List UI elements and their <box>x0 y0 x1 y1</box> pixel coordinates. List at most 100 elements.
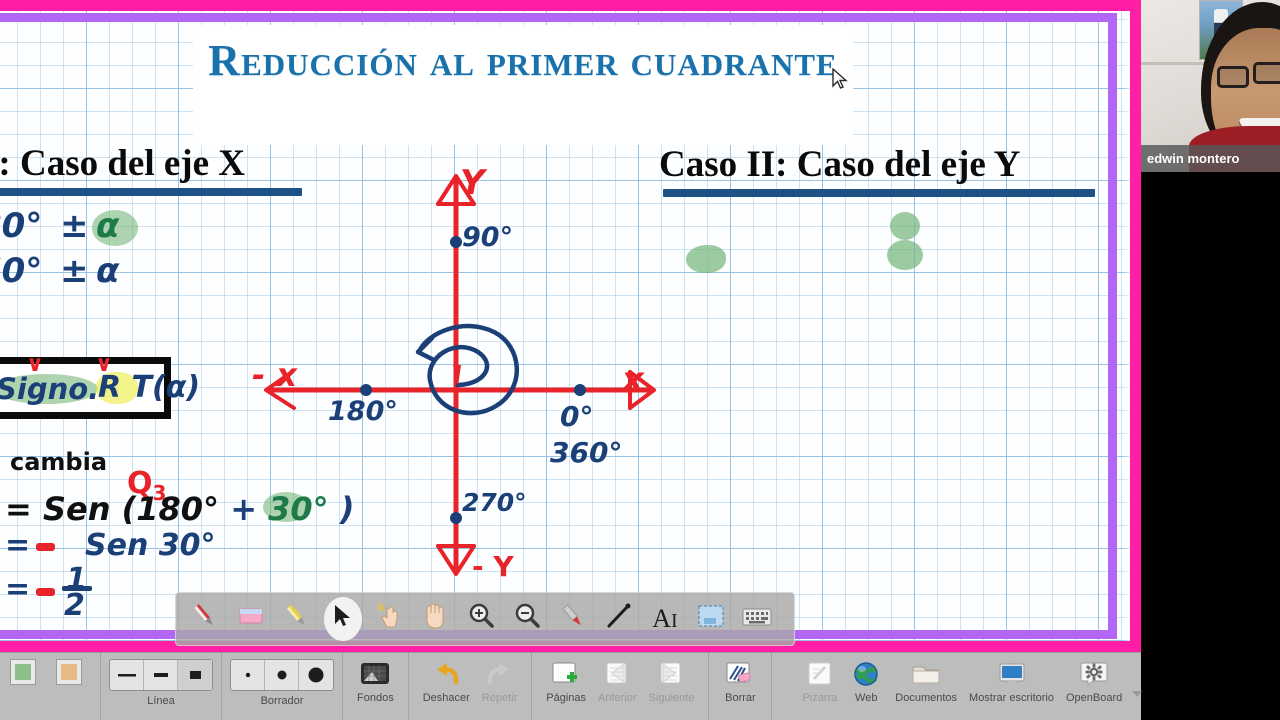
eq1-part-a: = Sen (180° <box>5 490 220 528</box>
webcam-video-tile[interactable]: edwin montero <box>1141 0 1280 172</box>
formula-180-alpha: α <box>96 206 120 246</box>
heading-left-text: I: Caso del eje X <box>0 143 246 184</box>
virtual-keyboard-tool[interactable] <box>734 596 780 642</box>
paginas-button[interactable]: Páginas <box>540 659 592 704</box>
text-tool[interactable]: AI <box>642 596 688 642</box>
participant-name: edwin montero <box>1147 151 1240 166</box>
clear-group[interactable]: Borrar <box>709 653 773 720</box>
highlight-blob-1 <box>686 245 726 273</box>
page-edge <box>1123 0 1141 652</box>
globe-icon <box>849 659 883 689</box>
backgrounds-icon <box>358 659 392 689</box>
formula-360-angle: 60° <box>0 251 43 291</box>
formula-180-angle: 80° <box>0 206 43 246</box>
redo-icon <box>483 659 517 689</box>
check-mark-icon-1: ∨ <box>26 352 44 377</box>
eyeglasses-left-lens <box>1217 66 1249 88</box>
eraser-large-option[interactable] <box>299 660 333 690</box>
color-group[interactable] <box>0 653 101 720</box>
axis-label-y-negative: - Y <box>472 550 514 583</box>
mostrar-escritorio-button[interactable]: Mostrar escritorio <box>963 659 1060 704</box>
pointer-tool[interactable] <box>320 596 366 642</box>
pen-icon <box>190 601 220 638</box>
signo-label: Signo. <box>0 372 100 406</box>
eq2-equals: = <box>5 528 31 563</box>
orange-swatch-icon <box>56 659 82 685</box>
line-thin-option[interactable] <box>110 660 144 690</box>
angle-label-180: 180° <box>328 396 398 427</box>
capture-selection-icon <box>697 604 725 635</box>
highlight-blob-2 <box>890 212 920 240</box>
laser-pointer-tool[interactable] <box>366 596 412 642</box>
borrar-button[interactable]: Borrar <box>717 659 763 704</box>
keyboard-icon <box>742 604 772 635</box>
fondos-button[interactable]: Fondos <box>351 659 400 704</box>
color-swatch-orange[interactable] <box>46 659 92 685</box>
eraser-icon <box>236 603 266 636</box>
openboard-button[interactable]: OpenBoard <box>1060 659 1128 704</box>
line-width-group[interactable]: Línea <box>101 653 222 720</box>
fondos-group[interactable]: Fondos <box>343 653 409 720</box>
highlighter-tool[interactable] <box>274 596 320 642</box>
chevron-down-icon <box>1129 679 1145 709</box>
web-button[interactable]: Web <box>843 659 889 704</box>
marker-tool[interactable] <box>550 596 596 642</box>
eraser-width-group[interactable]: Borrador <box>222 653 343 720</box>
minus-sign-2 <box>36 588 55 596</box>
eraser-small-option[interactable] <box>231 660 265 690</box>
fraction-denominator: 2 <box>64 588 85 623</box>
floating-tool-palette[interactable]: AI <box>175 592 795 646</box>
pizarra-button: Pizarra <box>796 659 843 704</box>
next-page-icon <box>654 659 688 689</box>
undo-icon <box>429 659 463 689</box>
heading-right-underline <box>663 189 1095 197</box>
dock-overflow-button[interactable] <box>1128 659 1146 709</box>
history-group[interactable]: Deshacer Repetir <box>409 653 533 720</box>
paginas-label: Páginas <box>546 692 587 704</box>
equation-line-1: = Sen (180° + 30° ) <box>5 490 354 528</box>
formula-360-alpha: α <box>96 251 120 291</box>
green-swatch-icon <box>10 659 36 685</box>
line-tool[interactable] <box>596 596 642 642</box>
participant-name-bar: edwin montero <box>1141 145 1280 172</box>
arrow-pointer-icon <box>334 604 352 635</box>
bottom-toolbar[interactable]: Línea Borrador Fondos Deshacer Repetir P… <box>0 652 1143 720</box>
pointing-hand-icon <box>375 602 403 637</box>
angle-label-360: 360° <box>550 436 623 469</box>
deshacer-button[interactable]: Deshacer <box>417 659 476 704</box>
whiteboard-canvas[interactable]: Reducción al primer cuadrante I: Caso de… <box>0 0 1141 652</box>
eraser-tool[interactable] <box>228 596 274 642</box>
zoom-out-tool[interactable] <box>504 596 550 642</box>
line-medium-option[interactable] <box>144 660 178 690</box>
siguiente-label: Siguiente <box>648 692 695 704</box>
previous-page-icon <box>600 659 634 689</box>
repetir-button: Repetir <box>476 659 523 704</box>
pizarra-label: Pizarra <box>802 692 838 704</box>
line-thick-option[interactable] <box>178 660 212 690</box>
eraser-medium-option[interactable] <box>265 660 299 690</box>
eq1-part-c: 30° <box>268 490 329 528</box>
magnifier-minus-icon <box>513 602 541 637</box>
mouse-cursor <box>832 67 848 90</box>
line-width-segments[interactable] <box>109 659 213 691</box>
color-swatch-green[interactable] <box>0 659 46 685</box>
equation-line-3: = <box>5 572 30 607</box>
axis-label-x-positive: x <box>622 360 644 400</box>
zoom-in-tool[interactable] <box>458 596 504 642</box>
pages-group[interactable]: Páginas Anterior Siguiente <box>532 653 710 720</box>
hand-tool[interactable] <box>412 596 458 642</box>
check-mark-icon-2: ∨ <box>95 352 113 377</box>
capture-tool[interactable] <box>688 596 734 642</box>
anterior-button: Anterior <box>592 659 643 704</box>
angle-label-90: 90° <box>462 222 514 253</box>
eraser-width-segments[interactable] <box>230 659 334 691</box>
pen-tool[interactable] <box>182 596 228 642</box>
deshacer-label: Deshacer <box>422 692 470 704</box>
line-group-label: Línea <box>147 695 175 707</box>
monitor-icon <box>995 659 1029 689</box>
clear-page-icon <box>723 659 757 689</box>
apps-group[interactable]: Pizarra Web Documentos Mostrar escritori… <box>788 653 1154 720</box>
documentos-button[interactable]: Documentos <box>889 659 963 704</box>
fondos-label: Fondos <box>357 692 394 704</box>
heading-right-text: Caso II: Caso del eje Y <box>659 144 1021 185</box>
